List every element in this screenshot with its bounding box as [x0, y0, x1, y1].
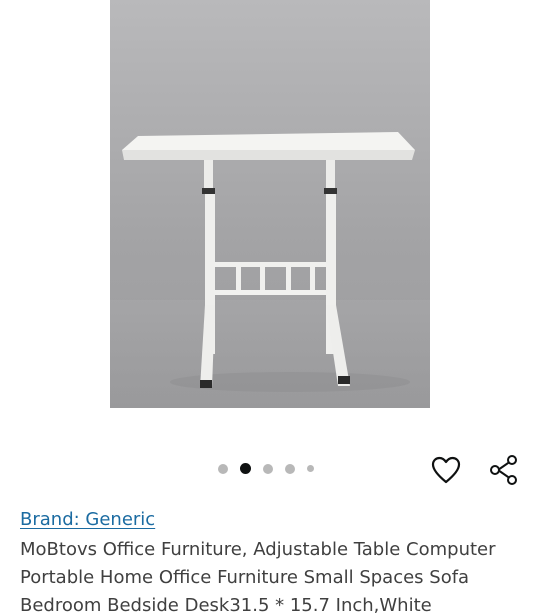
product-detail-page: Brand: Generic MoBtovs Office Furniture,…	[0, 0, 540, 616]
product-image[interactable]	[110, 0, 430, 408]
carousel-dot-active[interactable]	[240, 463, 251, 474]
favorite-button[interactable]	[428, 452, 464, 488]
carousel-dot[interactable]	[307, 465, 314, 472]
product-title: MoBtovs Office Furniture, Adjustable Tab…	[20, 539, 496, 616]
share-icon	[490, 455, 517, 485]
share-button[interactable]	[486, 452, 522, 488]
heart-icon	[431, 456, 461, 484]
product-photo	[110, 0, 430, 408]
brand-link[interactable]: Brand: Generic	[20, 509, 155, 530]
image-carousel-dots[interactable]	[218, 463, 326, 474]
carousel-dot[interactable]	[263, 463, 273, 474]
carousel-dot[interactable]	[285, 463, 295, 474]
carousel-dot[interactable]	[218, 463, 228, 474]
